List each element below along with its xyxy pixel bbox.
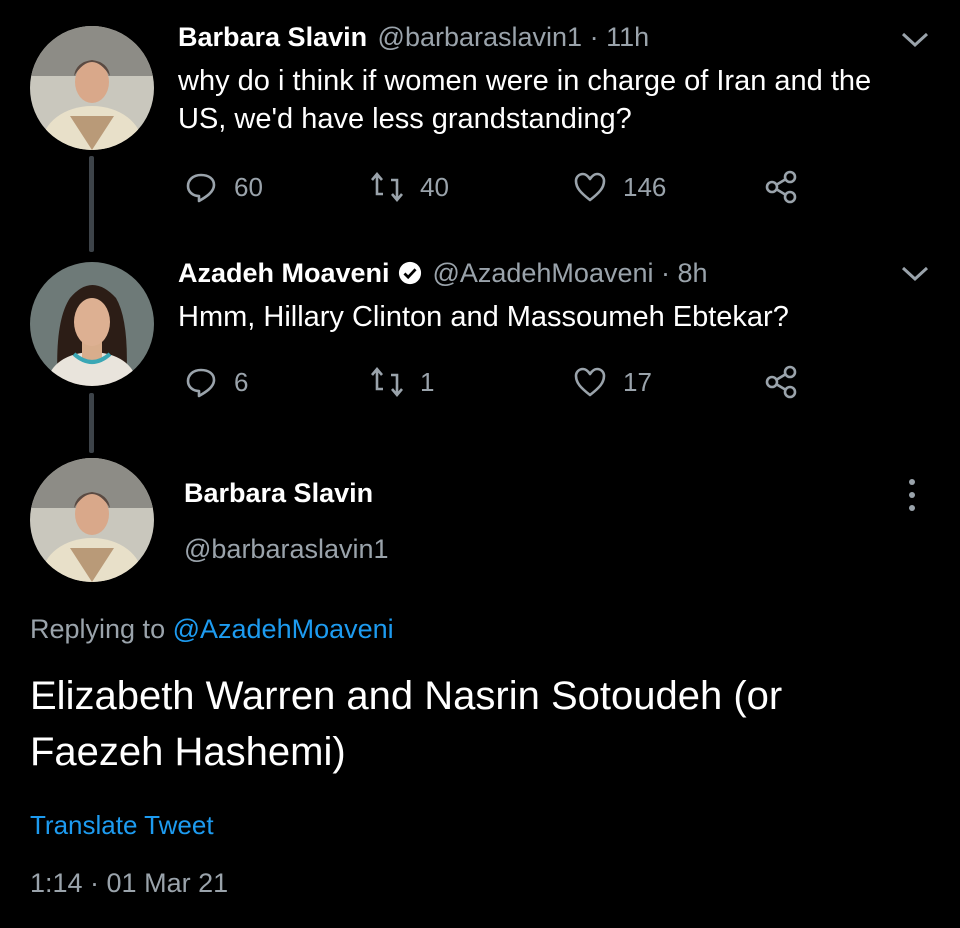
reply-button[interactable]: 6 (184, 365, 248, 399)
share-button[interactable] (764, 365, 814, 399)
author-handle[interactable]: @barbaraslavin1 (378, 22, 583, 52)
separator: · (582, 22, 607, 52)
tweet-text-line: why do i think if women were in charge o… (178, 65, 872, 97)
author-handle[interactable]: @barbaraslavin1 (184, 534, 389, 565)
like-button[interactable]: 17 (573, 365, 652, 399)
chevron-down-icon[interactable] (900, 30, 930, 50)
retweet-count: 40 (420, 171, 449, 202)
retweet-button[interactable]: 1 (370, 365, 434, 399)
avatar[interactable] (30, 458, 154, 582)
tweet-timestamp[interactable]: 1:14 · 01 Mar 21 (30, 868, 228, 899)
tweet-text-line: Hmm, Hillary Clinton and Massoumeh Ebtek… (178, 301, 789, 333)
author-handle[interactable]: @AzadehMoaveni (432, 258, 653, 288)
retweet-icon (371, 366, 403, 398)
tweet-time[interactable]: 11h (606, 22, 649, 52)
more-vertical-icon[interactable] (904, 478, 920, 512)
reply-icon (186, 368, 216, 398)
share-icon (765, 365, 797, 399)
like-button[interactable]: 146 (573, 170, 666, 204)
tweet-text-line: Faezeh Hashemi) (30, 730, 346, 774)
chevron-down-icon[interactable] (900, 264, 930, 284)
tweet-text: Hmm, Hillary Clinton and Massoumeh Ebtek… (178, 298, 789, 336)
tweet-text-line: Elizabeth Warren and Nasrin Sotoudeh (or (30, 674, 783, 718)
author-name[interactable]: Azadeh Moaveni (178, 258, 390, 288)
reply-button[interactable]: 60 (184, 170, 263, 204)
like-count: 146 (623, 171, 667, 202)
translate-tweet-link[interactable]: Translate Tweet (30, 810, 214, 841)
like-icon (574, 172, 606, 202)
replying-to: Replying to @AzadehMoaveni (30, 614, 394, 645)
tweet-text: Elizabeth Warren and Nasrin Sotoudeh (or… (30, 668, 782, 780)
replying-to-handle[interactable]: @AzadehMoaveni (173, 614, 394, 644)
author-name[interactable]: Barbara Slavin (178, 22, 367, 52)
separator: · (653, 258, 678, 288)
retweet-count: 1 (420, 366, 435, 397)
retweet-icon (371, 171, 403, 203)
reply-count: 60 (234, 171, 263, 202)
avatar[interactable] (30, 262, 154, 386)
replying-to-label: Replying to (30, 614, 166, 644)
like-icon (574, 367, 606, 397)
reply-icon (186, 173, 216, 203)
author-name[interactable]: Barbara Slavin (184, 478, 373, 509)
reply-count: 6 (234, 366, 249, 397)
share-button[interactable] (764, 170, 814, 204)
avatar[interactable] (30, 26, 154, 150)
thread-line (89, 393, 94, 453)
tweet-text: why do i think if women were in charge o… (178, 62, 871, 138)
tweet-time[interactable]: 8h (678, 258, 708, 288)
verified-icon (398, 261, 422, 285)
like-count: 17 (623, 366, 652, 397)
thread-line (89, 156, 94, 252)
retweet-button[interactable]: 40 (370, 170, 449, 204)
tweet-text-line: US, we'd have less grandstanding? (178, 103, 632, 135)
share-icon (765, 170, 797, 204)
